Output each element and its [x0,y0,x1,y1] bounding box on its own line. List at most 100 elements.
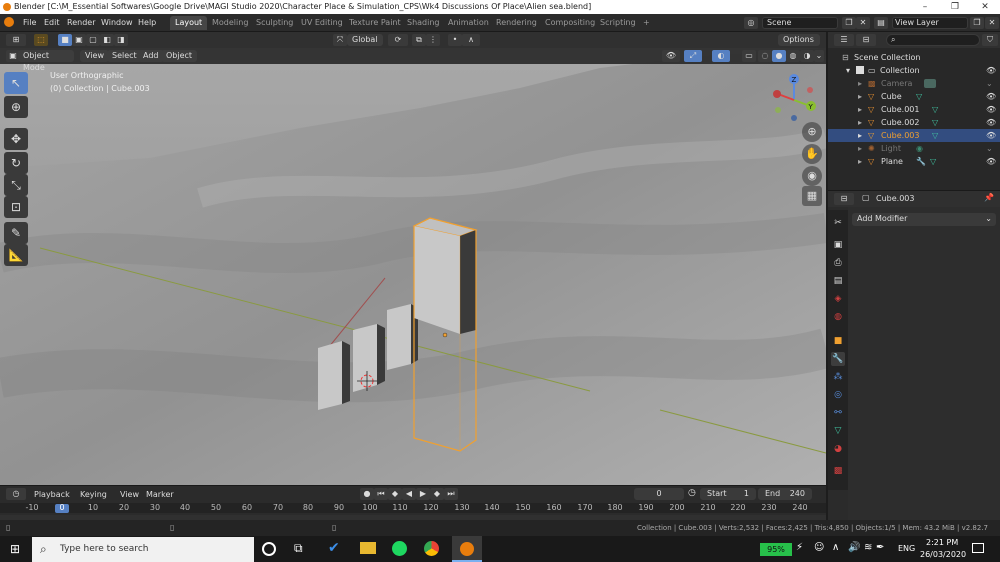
modifier-tab-icon[interactable]: 🔧 [831,352,845,366]
material-shading-icon[interactable]: ◍ [786,50,800,62]
proportional-editing-icon[interactable]: • [448,34,462,46]
display-mode-icon[interactable]: ⊟ [856,34,876,46]
outliner-item-plane[interactable]: ▸ ▽ Plane 🔧 ▽ 👁 [828,155,1000,168]
snap-target-icon[interactable]: ⋮ [426,34,440,46]
hidden-icon[interactable]: ⌄ [986,142,993,155]
menu-render[interactable]: Render [67,17,95,29]
tab-modeling[interactable]: Modeling [207,16,253,30]
select-box-icon[interactable]: ⬚ [34,34,48,46]
outliner-collection-row[interactable]: ▾ ▭ Collection 👁 [828,64,1000,77]
select-mode-subtract-icon[interactable]: ▢ [86,34,100,46]
outliner-item-cube-003[interactable]: ▸ ▽ Cube.003 ▽ 👁 [828,129,1000,142]
prev-keyframe-icon[interactable]: ◆ [388,488,402,500]
wireframe-shading-icon[interactable]: ◌ [758,50,772,62]
pin-icon[interactable]: 📌 [984,193,994,202]
physics-tab-icon[interactable]: ◎ [831,388,845,402]
tab-animation[interactable]: Animation [443,16,494,30]
task-view-icon[interactable]: ⧉ [294,541,303,556]
hidden-icon[interactable]: ⌄ [986,77,993,90]
new-view-layer-icon[interactable]: ❐ [970,17,984,29]
expand-icon[interactable]: ▸ [858,155,862,168]
orientation-dropdown[interactable]: Global [347,34,383,46]
menu-file[interactable]: File [23,17,36,29]
pivot-point-icon[interactable]: ⟳ [388,34,408,46]
expand-icon[interactable]: ▸ [858,103,862,116]
object-visibility-icon[interactable]: 👁 [662,50,680,62]
view-layer-tab-icon[interactable]: ▤ [831,274,845,288]
menu-help[interactable]: Help [138,17,156,29]
close-button[interactable]: ✕ [970,0,1000,14]
add-modifier-dropdown[interactable]: Add Modifier ⌄ [852,213,996,226]
menu-edit[interactable]: Edit [44,17,60,29]
end-frame-field[interactable]: End 240 [758,488,812,500]
visibility-eye-icon[interactable]: 👁 [986,129,996,142]
clock-date[interactable]: 26/03/2020 [920,550,966,559]
outliner-item-cube[interactable]: ▸ ▽ Cube ▽ 👁 [828,90,1000,103]
show-hidden-icons-icon[interactable]: ∧ [832,542,839,553]
todo-app-icon[interactable]: ✔ [328,540,340,556]
editor-type-icon[interactable]: ⊞ [6,34,26,46]
outliner-item-light[interactable]: ▸ ✺ Light ◉ ⌄ [828,142,1000,155]
expand-icon[interactable]: ▸ [858,77,862,90]
expand-icon[interactable]: ▾ [846,64,850,77]
outliner-item-cube-002[interactable]: ▸ ▽ Cube.002 ▽ 👁 [828,116,1000,129]
jump-start-icon[interactable]: ⏮ [374,488,388,500]
scale-tool-icon[interactable]: ⤡ [4,174,28,196]
minimize-button[interactable]: – [910,0,940,14]
move-tool-icon[interactable]: ✥ [4,128,28,150]
language-indicator[interactable]: ENG [898,544,915,553]
rendered-shading-icon[interactable]: ◑ [800,50,814,62]
menu-add[interactable]: Add [138,50,164,62]
scene-tab-icon[interactable]: ◈ [831,292,845,306]
tab-rendering[interactable]: Rendering [491,16,542,30]
battery-indicator[interactable]: 95% [760,543,792,556]
xray-toggle-icon[interactable]: ▭ [742,50,756,62]
annotate-tool-icon[interactable]: ✎ [4,222,28,244]
zoom-icon[interactable]: ⊕ [802,122,822,142]
timeline-editor-icon[interactable]: ◷ [6,488,26,500]
cortana-icon[interactable] [262,542,276,556]
select-mode-invert-icon[interactable]: ◧ [100,34,114,46]
maximize-button[interactable]: ❐ [940,0,970,14]
outliner-editor-icon[interactable]: ☰ [834,34,854,46]
wifi-icon[interactable]: ≋ [864,542,872,553]
options-dropdown[interactable]: Options [778,34,820,46]
world-tab-icon[interactable]: ◍ [831,310,845,324]
expand-icon[interactable]: ▸ [858,116,862,129]
view-layer-field[interactable]: View Layer [892,17,968,29]
spotify-icon[interactable] [392,541,407,556]
cursor-tool-icon[interactable]: ⊕ [4,96,28,118]
volume-icon[interactable]: 🔊 [848,542,860,553]
checkbox-icon[interactable] [856,66,864,74]
navigation-gizmo[interactable]: Z Y [770,72,820,128]
play-icon[interactable]: ▶ [416,488,430,500]
grid-view-icon[interactable]: ▦ [802,186,822,206]
texture-tab-icon[interactable]: ▩ [831,464,845,478]
object-mode-dropdown[interactable]: Object Mode [18,50,74,72]
new-scene-icon[interactable]: ❐ [842,17,856,29]
expand-icon[interactable]: ▸ [858,90,862,103]
data-tab-icon[interactable]: ▽ [831,424,845,438]
jump-end-icon[interactable]: ⏭ [444,488,458,500]
expand-icon[interactable]: ▸ [858,129,862,142]
shading-options-icon[interactable]: ⌄ [814,50,824,62]
tab-uv-editing[interactable]: UV Editing [296,16,348,30]
blender-taskbar-icon[interactable] [452,536,482,562]
record-icon[interactable]: ● [360,488,374,500]
gizmo-toggle-icon[interactable]: ⤢ [684,50,702,62]
transform-tool-icon[interactable]: ⊡ [4,196,28,218]
tab-layout[interactable]: Layout [170,16,208,30]
file-explorer-icon[interactable] [360,542,376,554]
rotate-tool-icon[interactable]: ↻ [4,152,28,174]
orientation-icon[interactable]: ⤧ [333,34,347,46]
pan-hand-icon[interactable]: ✋ [802,144,822,164]
outliner-item-cube-001[interactable]: ▸ ▽ Cube.001 ▽ 👁 [828,103,1000,116]
tab-sculpting[interactable]: Sculpting [251,16,298,30]
select-mode-new-icon[interactable]: ■ [58,34,72,46]
camera-view-icon[interactable]: ◉ [802,166,822,186]
menu-timeline-view[interactable]: View [120,489,139,501]
tab-compositing[interactable]: Compositing [540,16,600,30]
particles-tab-icon[interactable]: ⁂ [831,370,845,384]
delete-scene-icon[interactable]: ✕ [856,17,870,29]
menu-keying[interactable]: Keying [80,489,107,501]
